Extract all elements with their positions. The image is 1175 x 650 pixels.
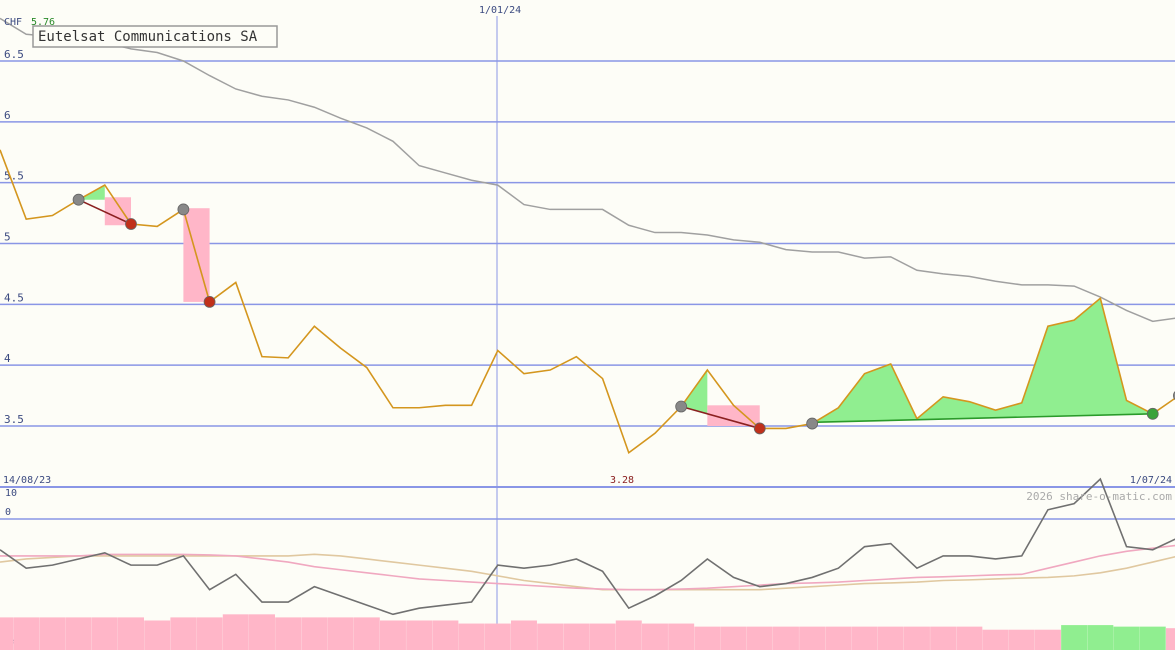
histogram-bar xyxy=(39,617,66,650)
histogram-bar xyxy=(406,620,433,650)
histogram-bar xyxy=(851,626,878,650)
moving-average-line xyxy=(0,17,1175,323)
histogram-bar xyxy=(353,617,380,650)
histogram-bar xyxy=(301,617,328,650)
osc-tick-label: 10 xyxy=(5,488,17,499)
histogram-bar xyxy=(982,629,1009,650)
histogram-bar xyxy=(170,617,197,650)
buy-signal-point xyxy=(1146,407,1159,420)
histogram-bar xyxy=(668,623,695,650)
histogram-bar xyxy=(379,620,406,650)
histogram-bar xyxy=(144,620,171,650)
histogram-bar xyxy=(1061,625,1088,650)
histogram-bar xyxy=(1113,626,1140,650)
y-tick-label: 6.5 xyxy=(4,48,24,61)
gain-region xyxy=(812,298,1153,424)
neutral-signal-point xyxy=(72,193,85,206)
histogram-bar xyxy=(1008,629,1035,650)
histogram-bar xyxy=(746,626,773,650)
histogram-bar xyxy=(432,620,459,650)
neutral-signal-point xyxy=(177,203,190,216)
histogram-bar xyxy=(248,614,275,650)
sell-signal-point xyxy=(203,295,216,308)
histogram-bar xyxy=(65,617,92,650)
y-tick-label: 4.5 xyxy=(4,291,24,304)
histogram-bar xyxy=(1034,629,1061,650)
oscillator-line xyxy=(0,477,1175,616)
price-line xyxy=(0,149,1175,455)
grid-layer: 6.5 6 5.5 5 4.5 4 3.5 xyxy=(0,16,1175,645)
histogram-bar xyxy=(327,617,354,650)
histogram-bar xyxy=(196,617,223,650)
histogram-bar xyxy=(537,623,564,650)
histogram-bar xyxy=(13,617,40,650)
sell-signal-point xyxy=(125,218,137,230)
histogram-bar xyxy=(956,626,983,650)
chart-title: Eutelsat Communications SA xyxy=(38,29,258,45)
signal-line xyxy=(0,544,1175,591)
slow-line xyxy=(0,553,1175,591)
histogram-bar xyxy=(484,623,511,650)
price-chart: 6.565.554.543.5 100-40 Eutelsat Communic… xyxy=(0,5,1175,650)
fill-layer xyxy=(78,185,1153,426)
histogram-bar xyxy=(1087,625,1114,650)
histogram-bar xyxy=(510,620,537,650)
min-value-label: 3.28 xyxy=(610,475,634,486)
last-value-label: 5.76 xyxy=(31,17,55,28)
x-start-label: 14/08/23 xyxy=(3,475,51,486)
histogram-bar xyxy=(563,623,590,650)
histogram-bar xyxy=(825,626,852,650)
histogram-bar xyxy=(877,626,904,650)
y-tick-label: 5 xyxy=(4,231,11,244)
y-tick-label: 6 xyxy=(4,109,11,122)
histogram-bar xyxy=(1165,628,1175,650)
histogram-bar xyxy=(275,617,302,650)
oscillator-panel: 100-40 xyxy=(0,477,1175,650)
y-tick-label: 3.5 xyxy=(4,413,24,426)
y-tick-label: 5.5 xyxy=(4,170,24,183)
osc-tick-label: 0 xyxy=(5,507,11,518)
histogram-bar xyxy=(458,623,485,650)
neutral-signal-point xyxy=(806,417,819,430)
histogram-bar xyxy=(694,626,721,650)
histogram-bar xyxy=(0,617,13,650)
currency-label: CHF xyxy=(4,17,22,28)
sell-signal-point xyxy=(753,422,766,435)
x-mid-label: 1/01/24 xyxy=(479,5,521,16)
histogram-bar xyxy=(930,626,957,650)
credit-label: 2026 share-o-matic.com xyxy=(1026,490,1172,503)
point-layer xyxy=(72,193,1175,435)
histogram-bar xyxy=(615,620,642,650)
histogram-bar xyxy=(589,623,616,650)
y-tick-label: 4 xyxy=(4,352,11,365)
histogram-bar xyxy=(799,626,826,650)
histogram-bar xyxy=(1139,626,1166,650)
histogram-bar xyxy=(222,614,249,650)
histogram-bar xyxy=(117,617,144,650)
histogram-bar xyxy=(903,626,930,650)
histogram-bar xyxy=(91,617,118,650)
x-end-label: 1/07/24 xyxy=(1130,475,1172,486)
histogram-bar xyxy=(772,626,799,650)
line-layer xyxy=(0,17,1175,455)
neutral-signal-point xyxy=(675,400,688,413)
histogram-bar xyxy=(641,623,668,650)
histogram-bar xyxy=(720,626,747,650)
